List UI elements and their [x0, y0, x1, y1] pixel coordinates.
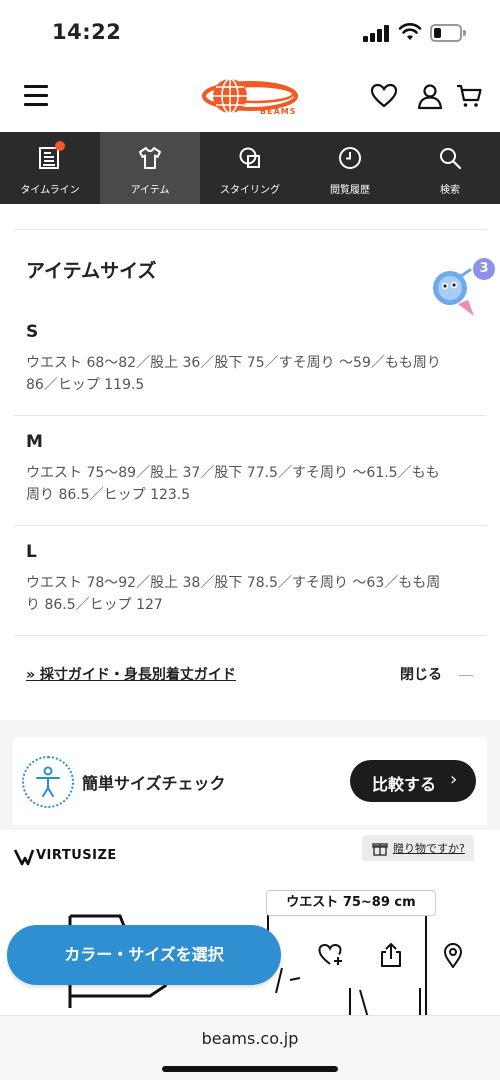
virtusize-logo-icon	[14, 849, 34, 866]
size-detail-line: ウエスト 68〜82／股上 36／股下 75／すそ周り 〜59／もも周り	[26, 355, 441, 371]
divider	[14, 229, 486, 230]
battery-icon	[430, 24, 466, 42]
size-detail-s: ウエスト 68〜82／股上 36／股下 75／すそ周り 〜59／もも周り 86／…	[26, 352, 488, 396]
size-detail-m: ウエスト 75〜89／股上 37／股下 77.5／すそ周り 〜61.5／もも 周…	[26, 462, 488, 506]
size-check-label: 簡単サイズチェック	[82, 774, 226, 793]
virtusize-brand: VIRTUSIZE	[36, 848, 117, 863]
notification-badge: 3	[473, 258, 495, 280]
nav-item-search[interactable]: 検索	[400, 132, 500, 204]
shirt-icon	[139, 147, 161, 169]
heart-plus-icon[interactable]	[318, 942, 344, 968]
styling-icon	[239, 147, 260, 168]
status-bar: 14:22	[0, 0, 500, 64]
url-text: beams.co.jp	[201, 1029, 299, 1048]
divider	[14, 415, 486, 416]
brand-wordmark: BEAMS	[260, 107, 297, 116]
site-header: BEAMS	[0, 64, 500, 132]
user-icon[interactable]	[416, 82, 444, 110]
browser-url-bar[interactable]: beams.co.jp	[0, 1015, 500, 1080]
size-label-s: S	[26, 322, 39, 342]
hamburger-icon[interactable]	[24, 85, 48, 107]
search-icon	[440, 148, 462, 170]
close-button[interactable]: 閉じる	[400, 664, 442, 684]
size-detail-line: ウエスト 78〜92／股上 38／股下 78.5／すそ周り 〜63／もも周	[26, 575, 441, 591]
measurement-guide-link[interactable]: » 採寸ガイド・身長別着丈ガイド	[26, 664, 236, 684]
gift-icon	[372, 843, 388, 856]
nav-item-item[interactable]: アイテム	[100, 132, 200, 204]
chevron-right-icon: ›	[450, 769, 458, 790]
size-detail-line: ウエスト 75〜89／股上 37／股下 77.5／すそ周り 〜61.5／もも	[26, 465, 440, 481]
size-detail-line: り 86.5／ヒップ 127	[26, 597, 163, 613]
nav-label-timeline: タイムライン	[20, 185, 80, 196]
collapse-icon[interactable]	[459, 675, 473, 676]
nav-item-timeline[interactable]: タイムライン	[0, 132, 100, 204]
divider	[14, 525, 486, 526]
nav-label-item: アイテム	[130, 185, 170, 196]
notification-dot	[55, 141, 65, 151]
body-figure-icon	[22, 756, 74, 808]
nav-item-styling[interactable]: スタイリング	[200, 132, 300, 204]
divider	[14, 635, 486, 636]
nav-label-search: 検索	[440, 185, 460, 196]
size-detail-line: 周り 86.5／ヒップ 123.5	[26, 487, 191, 503]
nav-label-styling: スタイリング	[220, 185, 280, 196]
compare-button[interactable]: 比較する ›	[350, 760, 476, 802]
home-indicator	[162, 1066, 338, 1072]
section-title: アイテムサイズ	[26, 260, 157, 282]
size-detail-l: ウエスト 78〜92／股上 38／股下 78.5／すそ周り 〜63／もも周 り …	[26, 572, 488, 616]
gift-link[interactable]: 贈り物ですか?	[393, 840, 465, 856]
status-time: 14:22	[52, 20, 122, 44]
heart-icon[interactable]	[370, 82, 398, 110]
select-color-size-button[interactable]: カラー・サイズを選択	[7, 925, 281, 985]
compare-button-label: 比較する	[372, 775, 437, 794]
size-label-l: L	[26, 542, 37, 562]
size-label-m: M	[26, 432, 43, 452]
main-nav: タイムライン アイテム スタイリング 閲覧履歴 検索	[0, 132, 500, 204]
share-icon[interactable]	[378, 942, 404, 968]
signal-icon	[363, 25, 389, 42]
location-pin-icon[interactable]	[440, 942, 466, 968]
nav-item-history[interactable]: 閲覧履歴	[300, 132, 400, 204]
clock-icon	[339, 147, 361, 169]
size-detail-line: 86／ヒップ 119.5	[26, 377, 145, 393]
nav-label-history: 閲覧履歴	[330, 185, 370, 196]
cart-icon[interactable]	[455, 82, 483, 110]
waist-measurement-tag: ウエスト 75~89 cm	[266, 890, 436, 916]
wifi-icon	[398, 23, 422, 40]
